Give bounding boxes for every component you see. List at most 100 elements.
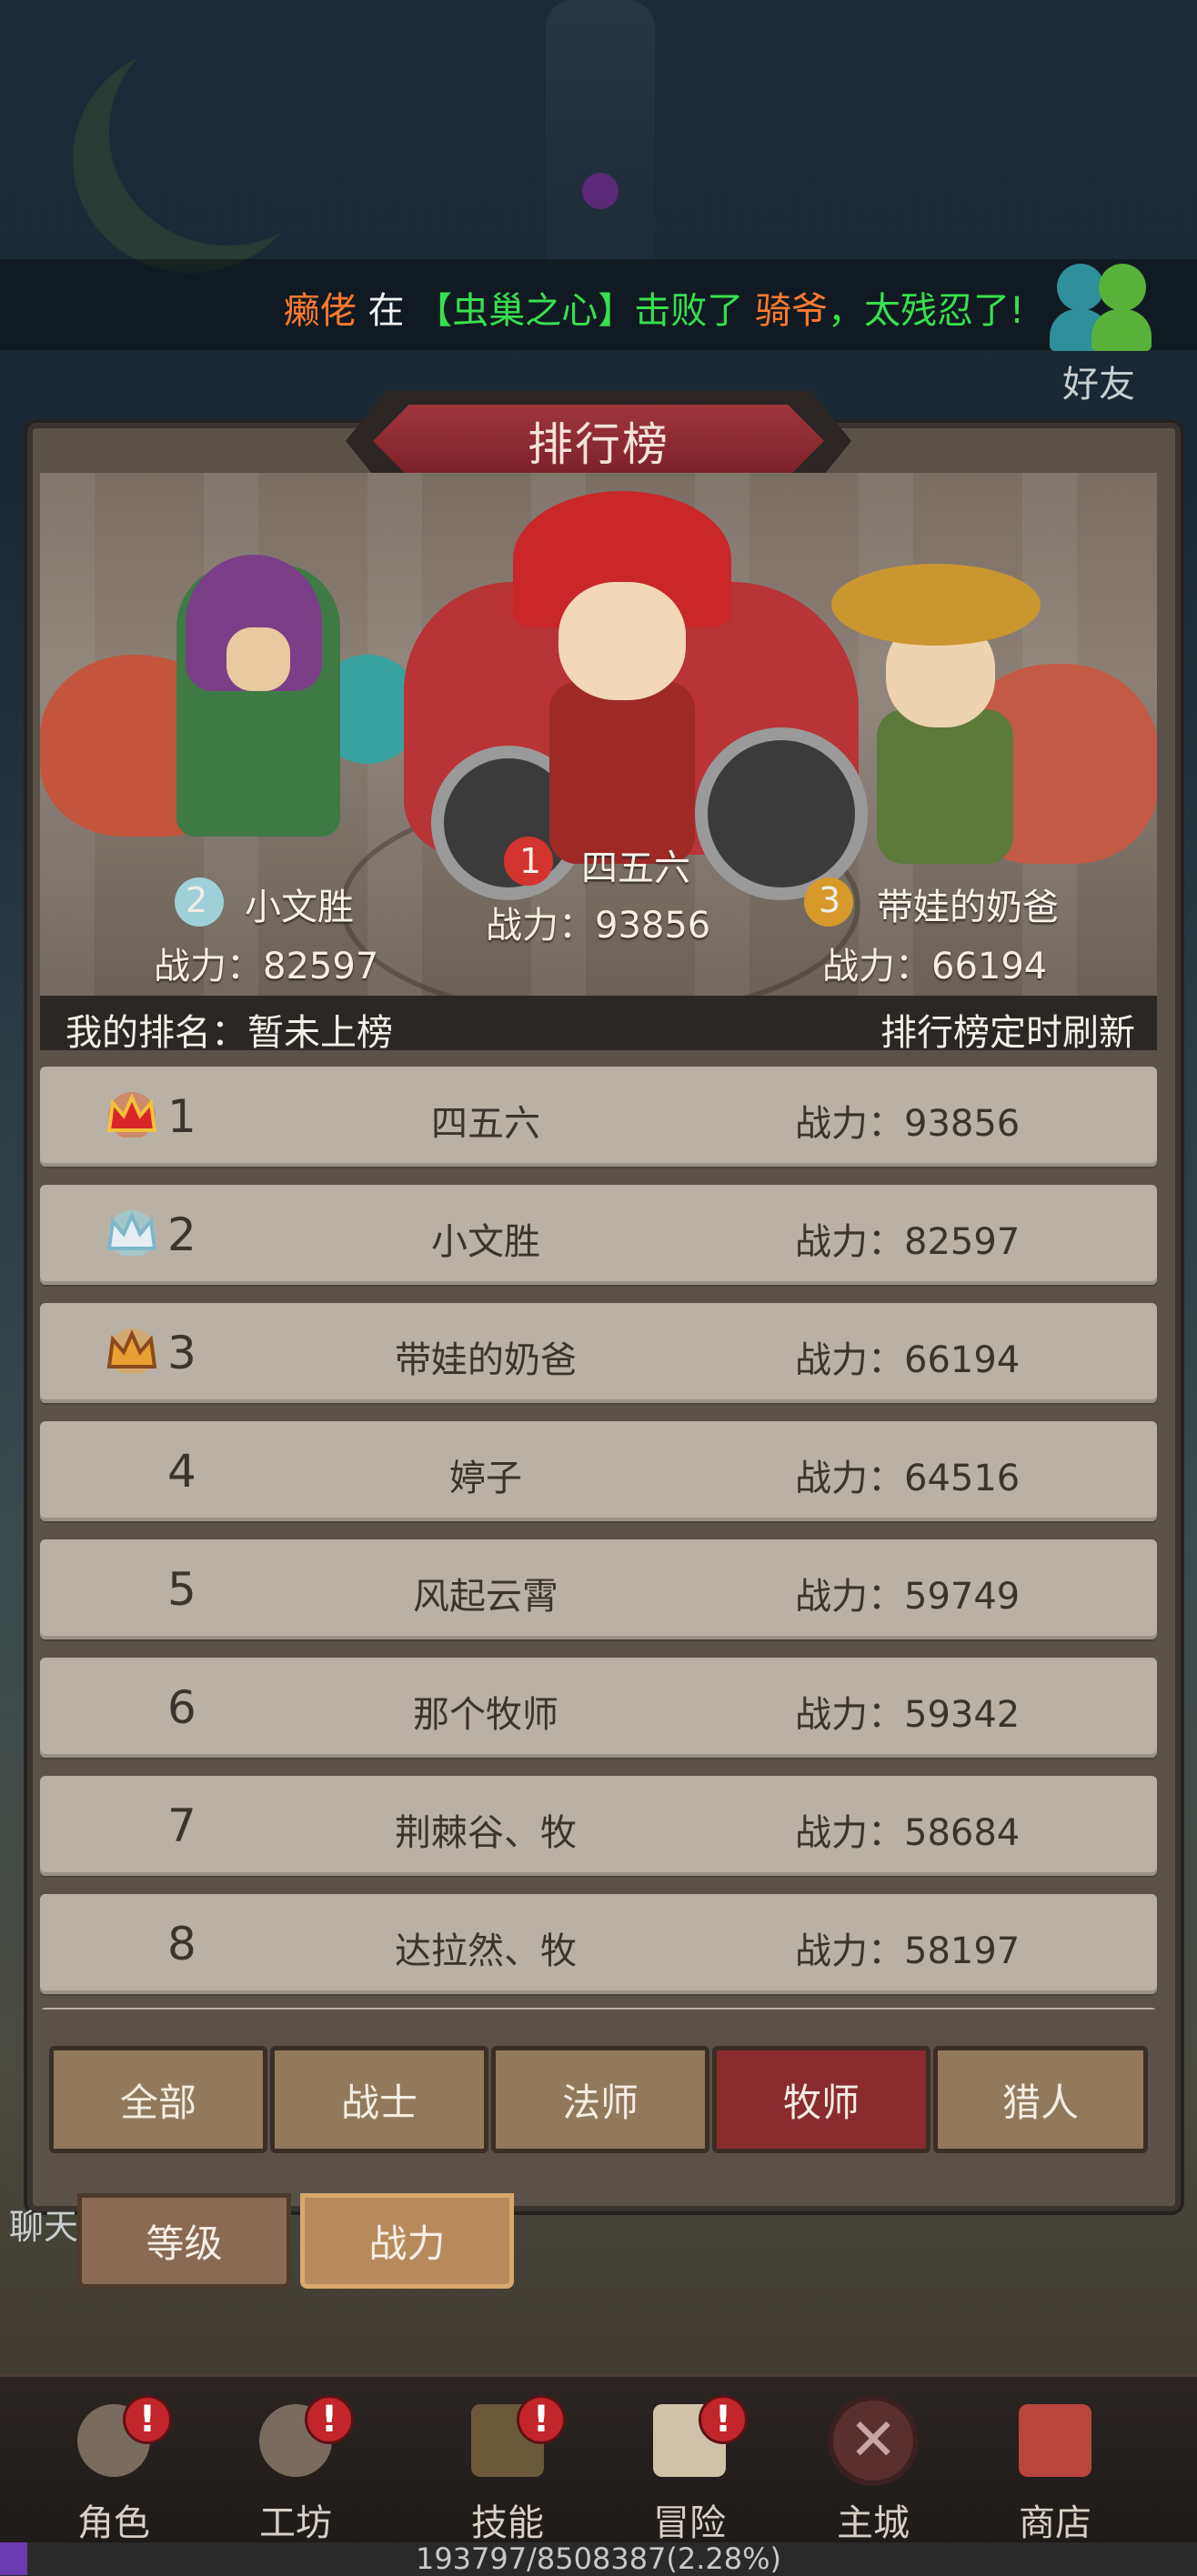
nav-main-city[interactable]: ✕ 主城 [810, 2395, 937, 2545]
moon-decoration [109, 18, 346, 246]
alert-badge: ! [305, 2395, 354, 2444]
ranking-row[interactable]: 4 婷子 战力：64516 [40, 1421, 1157, 1521]
broadcast-action: 击败了 [634, 290, 744, 332]
row-rank: 6 [167, 1681, 196, 1734]
tab-warrior[interactable]: 战士 [270, 2046, 488, 2153]
row-power: 战力：58684 [795, 1812, 1021, 1854]
bronze-crown-icon [106, 1328, 157, 1374]
broadcast-suffix: ，太残忍了! [827, 290, 1024, 332]
nav-adventure[interactable]: ! 冒险 [626, 2395, 753, 2545]
ranking-row[interactable]: 7 荆棘谷、牧 战力：58684 [40, 1776, 1157, 1876]
nav-skills[interactable]: ! 技能 [444, 2395, 571, 2545]
experience-text: 193797/8508387(2.28%) [415, 2541, 782, 2576]
row-power: 战力：58197 [795, 1930, 1021, 1972]
class-tabs: 全部 战士 法师 牧师 猎人 [49, 2046, 1148, 2155]
broadcast-player: 癞佬 [283, 290, 357, 332]
row-power: 战力：82597 [795, 1221, 1021, 1263]
bottom-navigation: ! 角色 ! 工坊 ! 技能 ! 冒险 ✕ 主城 商店 [0, 2373, 1197, 2550]
broadcast-location: 【虫巢之心】 [416, 290, 635, 332]
podium-power-1: 战力：93856 [486, 905, 711, 947]
podium-name-3: 带娃的奶爸 [877, 887, 1059, 928]
ranking-row-partial[interactable] [40, 2008, 1157, 2010]
tab-hunter[interactable]: 猎人 [933, 2046, 1148, 2153]
row-name: 那个牧师 [413, 1694, 558, 1736]
podium-name-2: 小文胜 [245, 887, 354, 928]
ranking-row[interactable]: 2 小文胜 战力：82597 [40, 1185, 1157, 1285]
row-name: 风起云霄 [413, 1576, 558, 1618]
my-rank-strip: 我的排名：暂未上榜 排行榜定时刷新 [40, 996, 1157, 1054]
row-power: 战力：59749 [795, 1576, 1021, 1618]
row-rank: 8 [167, 1918, 196, 1970]
tab-all[interactable]: 全部 [49, 2046, 267, 2153]
chat-label[interactable]: 聊天 [9, 2199, 78, 2249]
row-rank: 3 [167, 1327, 196, 1379]
close-icon: ✕ [828, 2395, 919, 2486]
shop-stall-icon [1019, 2404, 1091, 2477]
podium-rank-1: 1 [519, 841, 542, 881]
podium-name-1: 四五六 [581, 847, 690, 889]
row-name: 婷子 [449, 1458, 522, 1499]
alert-badge: ! [517, 2395, 566, 2444]
alert-badge: ! [123, 2395, 172, 2444]
nav-label: 角色 [77, 2502, 150, 2544]
friends-label: 好友 [1062, 364, 1135, 406]
nav-label: 冒险 [653, 2502, 726, 2544]
gold-crown-icon [106, 1092, 157, 1138]
ranking-row[interactable]: 3 带娃的奶爸 战力：66194 [40, 1303, 1157, 1403]
experience-bar: 193797/8508387(2.28%) [0, 2542, 1197, 2575]
ranking-row[interactable]: 6 那个牧师 战力：59342 [40, 1658, 1157, 1758]
friends-button[interactable]: 好友 [1046, 264, 1164, 406]
broadcast-victim: 骑爷 [754, 290, 828, 332]
ranking-list[interactable]: 1 四五六 战力：93856 2 小文胜 战力：82597 3 带娃的奶爸 战力… [40, 1059, 1157, 2010]
row-name: 达拉然、牧 [395, 1930, 577, 1972]
my-rank-text: 我的排名：暂未上榜 [65, 1012, 393, 1054]
row-power: 战力：59342 [795, 1694, 1021, 1736]
silver-crown-icon [106, 1210, 157, 1256]
nav-workshop[interactable]: ! 工坊 [232, 2395, 359, 2545]
hero-body-1[interactable] [549, 682, 695, 864]
title-banner: 排行榜 [373, 405, 824, 477]
tower-background [546, 0, 655, 300]
row-rank: 7 [167, 1799, 196, 1852]
broadcast-message: 癞佬 在 【虫巢之心】击败了 骑爷，太残忍了! [284, 281, 1024, 334]
nav-shop[interactable]: 商店 [991, 2395, 1119, 2545]
row-name: 四五六 [431, 1103, 540, 1145]
nav-character[interactable]: ! 角色 [50, 2395, 177, 2545]
row-name: 小文胜 [431, 1221, 540, 1263]
sort-tab-level[interactable]: 等级 [77, 2193, 291, 2289]
nav-label: 工坊 [259, 2502, 332, 2544]
row-power: 战力：66194 [795, 1339, 1021, 1381]
sort-tab-power[interactable]: 战力 [300, 2193, 514, 2289]
refresh-note: 排行榜定时刷新 [880, 1012, 1135, 1054]
ranking-row[interactable]: 8 达拉然、牧 战力：58197 [40, 1894, 1157, 1994]
row-power: 战力：93856 [795, 1103, 1021, 1145]
hero-face-2 [226, 627, 290, 691]
podium-showcase: 2 小文胜 战力：82597 1 四五六 战力：93856 3 带娃的奶爸 战力… [40, 473, 1157, 996]
row-name: 荆棘谷、牧 [395, 1812, 577, 1854]
ranking-row[interactable]: 1 四五六 战力：93856 [40, 1067, 1157, 1167]
page-title: 排行榜 [528, 418, 669, 471]
row-rank: 1 [167, 1090, 196, 1143]
tab-priest[interactable]: 牧师 [712, 2046, 930, 2153]
nav-label: 技能 [471, 2502, 544, 2544]
ranking-row[interactable]: 5 风起云霄 战力：59749 [40, 1539, 1157, 1639]
hero-hat-3 [831, 564, 1041, 646]
podium-power-3: 战力：66194 [822, 946, 1048, 987]
row-rank: 4 [167, 1445, 196, 1498]
motorcycle-wheel-rear [695, 727, 868, 900]
row-name: 带娃的奶爸 [395, 1339, 577, 1381]
row-power: 战力：64516 [795, 1458, 1021, 1499]
podium-rank-2: 2 [186, 880, 208, 920]
podium-rank-3: 3 [819, 880, 841, 920]
alert-badge: ! [699, 2395, 748, 2444]
row-rank: 2 [167, 1208, 196, 1261]
hero-body-3[interactable] [877, 709, 1013, 864]
tab-mage[interactable]: 法师 [491, 2046, 709, 2153]
row-rank: 5 [167, 1563, 196, 1616]
broadcast-banner: 癞佬 在 【虫巢之心】击败了 骑爷，太残忍了! [0, 259, 1197, 350]
nav-label: 主城 [837, 2502, 910, 2544]
nav-label: 商店 [1019, 2502, 1091, 2544]
hero-face-1 [558, 582, 686, 700]
broadcast-word-at: 在 [367, 290, 405, 332]
podium-power-2: 战力：82597 [154, 946, 379, 987]
